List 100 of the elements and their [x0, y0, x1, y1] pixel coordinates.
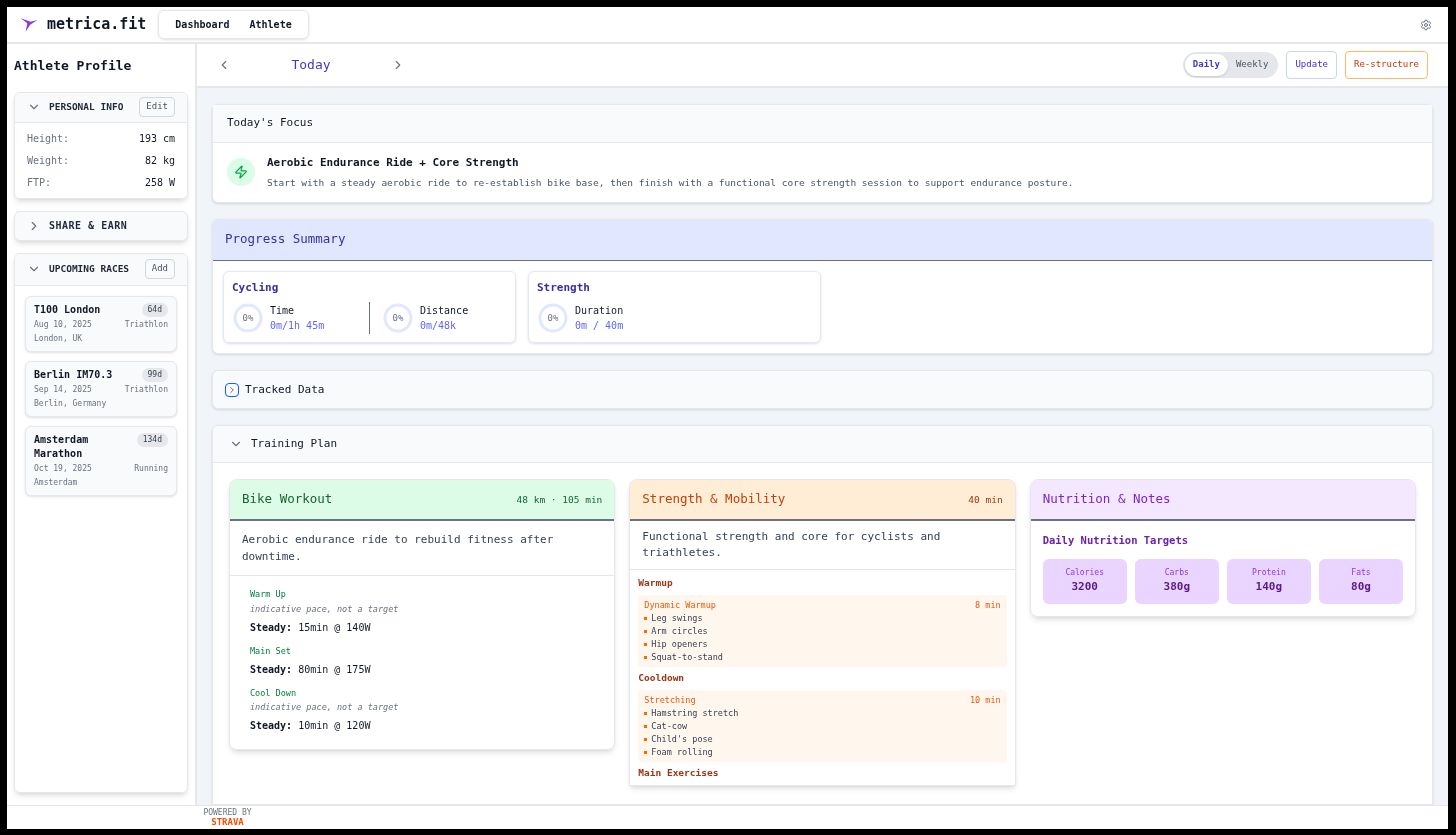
step-target: Steady: 80min @ 175W	[250, 662, 372, 677]
metric-value: 0m / 40m	[575, 319, 624, 334]
date-label: Today	[290, 56, 332, 75]
metric-value: 0m/1h 45m	[270, 319, 325, 334]
exercise-item: Child's pose	[651, 733, 713, 746]
section-title: Training Plan	[251, 436, 338, 452]
target-value: 380g	[1163, 579, 1191, 595]
step-target: Steady: 15min @ 140W	[250, 620, 372, 635]
restructure-button[interactable]: Re-structure	[1344, 51, 1428, 79]
race-name: T100 London	[34, 302, 101, 317]
tracked-data-bar[interactable]: Tracked Data	[212, 370, 1433, 410]
group-title: Cycling	[232, 279, 280, 296]
race-location: London, UK	[34, 332, 84, 345]
step-note: indicative pace, not a target	[250, 701, 400, 714]
step-target: Steady: 10min @ 120W	[250, 719, 372, 733]
group-title: Strength	[537, 279, 591, 296]
race-date: Oct 19, 2025	[34, 462, 92, 475]
brand-name: metrica.fit	[47, 14, 147, 36]
workout-title: Bike Workout	[242, 490, 333, 509]
powered-by-label: POWERED BY	[203, 808, 252, 817]
target-label: Calories	[1065, 567, 1104, 579]
step-name: Cool Down	[250, 686, 298, 700]
section-title: Tracked Data	[245, 381, 325, 398]
bullet-icon	[644, 655, 648, 659]
exercise-item: Hip openers	[651, 638, 708, 651]
strava-logo: STRAVA	[211, 817, 244, 827]
race-date: Aug 10, 2025	[34, 318, 92, 331]
add-button[interactable]: Add	[144, 259, 175, 279]
exercise-item: Arm circles	[651, 625, 708, 638]
step-name: Main Set	[250, 644, 292, 658]
bullet-icon	[644, 616, 648, 620]
exercise-item: Foam rolling	[651, 746, 713, 759]
field-value: 193 cm	[138, 131, 175, 146]
settings-icon[interactable]	[1420, 18, 1432, 31]
metric-label: Distance	[420, 304, 469, 319]
field-label: Weight:	[27, 153, 70, 168]
countdown-badge: 99d	[141, 367, 168, 382]
workout-meta: 48 km · 105 min	[516, 492, 603, 507]
metric-value: 0m/48k	[420, 319, 458, 334]
progress-ring	[537, 302, 569, 335]
section-title: UPCOMING RACES	[49, 261, 130, 276]
workout-title: Strength & Mobility	[642, 490, 786, 509]
view-tab[interactable]: Weekly	[1227, 54, 1277, 76]
target-label: Carbs	[1164, 567, 1189, 579]
exercise-item: Squat-to-stand	[651, 651, 723, 664]
bullet-icon	[644, 724, 648, 728]
workout-meta: 40 min	[968, 492, 1003, 507]
progress-ring	[382, 302, 414, 335]
target-value: 80g	[1351, 579, 1371, 595]
exercise-item: Cat-cow	[651, 720, 688, 733]
exercise-item: Leg swings	[651, 612, 703, 625]
race-location: Berlin, Germany	[34, 397, 108, 410]
exercise-name: Dynamic Warmup	[644, 598, 716, 612]
race-type: Triathlon	[124, 318, 168, 331]
step-name: Warm Up	[250, 588, 287, 601]
exercise-section-title: Cooldown	[638, 671, 686, 686]
race-card[interactable]: Berlin IM70.3 99d Sep 14, 2025 Triathlon Berlin, Germany	[25, 360, 177, 417]
race-card[interactable]: Amsterdam Marathon 134d Oct 19, 2025 Running Amsterdam	[25, 425, 177, 496]
metric-label: Duration	[575, 304, 624, 319]
workout-description: Aerobic endurance ride to rebuild fitness after downtime.	[230, 521, 615, 577]
target-value: 3200	[1071, 579, 1098, 595]
focus-description: Start with a steady aerobic ride to re-establish bike base, then finish with a functional core strength session to support endurance posture.	[267, 175, 1074, 190]
bullet-icon	[644, 629, 648, 633]
nutrition-subtitle: Daily Nutrition Targets	[1042, 533, 1190, 549]
race-date: Sep 14, 2025	[34, 383, 92, 396]
field-value: 258 W	[144, 175, 175, 190]
update-button[interactable]: Update	[1286, 51, 1337, 79]
lightning-icon	[227, 158, 255, 187]
field-label: Height:	[27, 131, 70, 146]
field-label: FTP:	[27, 175, 52, 190]
race-name: Berlin IM70.3	[34, 367, 113, 382]
nav-link[interactable]: Athlete	[241, 15, 300, 34]
race-type: Triathlon	[124, 383, 168, 396]
exercise-duration: 10 min	[969, 693, 1001, 707]
target-value: 140g	[1255, 579, 1283, 595]
field-value: 82 kg	[144, 153, 175, 168]
bullet-icon	[644, 750, 648, 754]
sidebar-title: Athlete Profile	[14, 57, 133, 75]
view-tab[interactable]: Daily	[1184, 54, 1228, 76]
target-label: Protein	[1252, 567, 1286, 579]
card-title: Progress Summary	[225, 230, 346, 249]
expand-icon[interactable]	[225, 382, 239, 397]
race-name: Amsterdam Marathon	[34, 432, 90, 461]
metric-label: Time	[270, 304, 296, 319]
section-title: PERSONAL INFO	[49, 99, 124, 114]
card-title: Today's Focus	[227, 115, 314, 132]
bullet-icon	[644, 711, 648, 715]
card-title: Nutrition & Notes	[1042, 490, 1171, 509]
edit-button[interactable]: Edit	[139, 97, 175, 117]
progress-ring	[232, 302, 264, 335]
exercise-item: Hamstring stretch	[651, 707, 739, 720]
workout-description: Functional strength and core for cyclists and triathletes.	[630, 521, 1015, 571]
countdown-badge: 64d	[141, 302, 168, 317]
progress-percent: 0%	[392, 313, 404, 324]
progress-percent: 0%	[242, 313, 254, 324]
nav-link[interactable]: Dashboard	[167, 15, 238, 34]
share-card[interactable]: SHARE & EARN	[14, 210, 188, 241]
race-card[interactable]: T100 London 64d Aug 10, 2025 Triathlon London, UK	[25, 295, 177, 352]
target-label: Fats	[1351, 567, 1371, 579]
bullet-icon	[644, 737, 648, 741]
